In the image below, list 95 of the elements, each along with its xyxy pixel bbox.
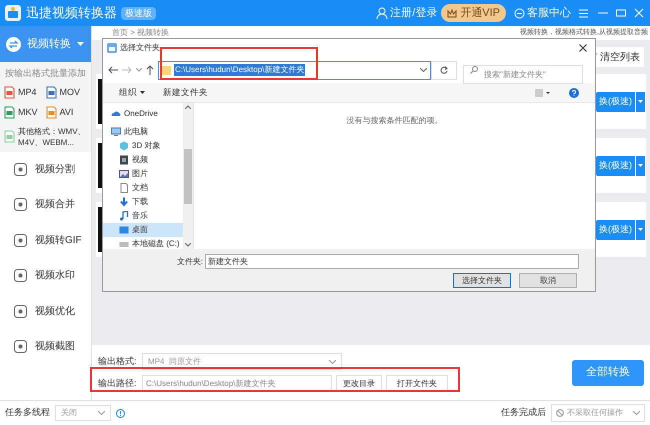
folder-label: 文件夹: [176, 256, 203, 268]
format-item[interactable]: MOV [46, 86, 87, 98]
user-icon[interactable] [376, 7, 388, 19]
nav-item[interactable]: 图片 [103, 167, 183, 181]
folder-icon [162, 66, 171, 74]
desktop-icon [119, 225, 129, 235]
computer-icon [111, 127, 121, 137]
format-label: 输出格式: [98, 354, 138, 368]
format-item[interactable]: MP4 [4, 86, 46, 98]
video-icon [119, 155, 129, 165]
refresh-icon [440, 66, 448, 74]
tool-icon [14, 234, 27, 247]
dropdown-caret-icon[interactable] [636, 92, 645, 112]
tool-item[interactable]: 视频转GIF [0, 222, 91, 258]
tool-item[interactable]: 视频截图 [0, 329, 91, 364]
chevron-down-icon [98, 411, 105, 415]
threads-label: 任务多线程 [5, 406, 50, 420]
path-label: 输出路径: [98, 376, 138, 390]
folder-name-field[interactable]: 新建文件夹 [205, 254, 579, 269]
address-bar[interactable]: C:\Users\hudun\Desktop\新建文件夹 [158, 60, 431, 80]
forward-arrow-icon[interactable] [122, 66, 132, 74]
tool-icon [14, 304, 27, 318]
close-icon[interactable] [579, 44, 587, 52]
tool-item[interactable]: 视频优化 [0, 294, 91, 329]
download-icon [119, 197, 129, 207]
cloud-icon [111, 109, 121, 119]
tool-item[interactable]: 视频水印 [0, 258, 91, 294]
music-icon [119, 211, 129, 221]
nav-item[interactable]: 下载 [103, 195, 183, 209]
search-field[interactable]: 搜索"新建文件夹" [463, 64, 583, 84]
scrollbar-thumb[interactable] [184, 148, 192, 204]
caret-icon [140, 91, 145, 94]
tool-item[interactable]: 视频分割 [0, 152, 91, 187]
app-logo-icon [4, 4, 22, 22]
dialog-app-icon [107, 43, 117, 53]
new-folder-button[interactable]: 新建文件夹 [163, 86, 208, 99]
format-hint: 按输出格式批量添加 [4, 67, 87, 80]
output-path-field[interactable]: C:\Users\hudun\Desktop\新建文件夹 [142, 375, 332, 392]
info-icon[interactable] [116, 408, 125, 418]
scrollbar[interactable] [183, 103, 193, 249]
maximize-icon[interactable] [616, 8, 626, 18]
after-complete-label: 任务完成后 [501, 406, 546, 420]
organize-menu[interactable]: 组织 [119, 86, 145, 99]
cube-icon [119, 141, 129, 151]
dialog-title: 选择文件夹 [120, 42, 160, 54]
chevron-down-icon [633, 411, 640, 415]
tool-icon [14, 340, 27, 354]
format-item[interactable]: AVI [46, 106, 87, 118]
nav-item[interactable]: 本地磁盘 (C:) [103, 237, 183, 251]
drive-icon [119, 239, 129, 249]
nav-item[interactable]: 3D 对象 [103, 139, 183, 153]
address-path: C:\Users\hudun\Desktop\新建文件夹 [174, 64, 306, 76]
vip-button[interactable]: 开通VIP [441, 4, 506, 22]
dialog-button[interactable]: 选择文件夹 [453, 273, 511, 288]
breadcrumb: 首页 > 视频转换 [112, 27, 170, 39]
open-folder-button[interactable]: 打开文件夹 [386, 375, 448, 392]
nav-item[interactable]: 音乐 [103, 209, 183, 223]
back-arrow-icon[interactable] [108, 66, 118, 74]
nav-item[interactable]: 文档 [103, 181, 183, 195]
tool-icon [14, 162, 27, 176]
search-icon [470, 66, 478, 74]
convert-icon [6, 36, 21, 52]
edition-badge: 极速版 [121, 6, 156, 20]
dropdown-caret-icon[interactable] [636, 220, 645, 240]
document-icon [119, 183, 129, 193]
format-item[interactable]: MKV [4, 106, 46, 118]
app-title: 迅捷视频转换器 [26, 4, 117, 22]
chevron-up-icon [185, 105, 191, 109]
nav-item[interactable]: 此电脑 [103, 125, 183, 139]
chat-icon[interactable] [514, 8, 525, 18]
view-options-icon[interactable] [535, 88, 551, 96]
menu-icon[interactable] [579, 8, 588, 18]
chevron-down-icon [185, 243, 191, 247]
ban-icon [556, 409, 564, 417]
dropdown-caret-icon[interactable] [636, 156, 645, 176]
dialog-button[interactable]: 取消 [519, 273, 577, 288]
empty-message: 没有与搜索条件匹配的项。 [346, 115, 442, 127]
chevron-down-icon[interactable] [136, 68, 142, 72]
current-tool-label: 视频转换 [27, 36, 71, 52]
crown-icon [447, 8, 458, 18]
help-icon[interactable] [569, 88, 579, 98]
chevron-down-icon [329, 360, 336, 364]
caret-icon [77, 42, 84, 46]
tool-icon [14, 269, 27, 282]
chevron-down-icon [420, 68, 427, 72]
refresh-button[interactable] [431, 60, 457, 80]
picture-icon [119, 169, 129, 179]
nav-item[interactable]: 桌面 [103, 223, 183, 237]
tool-icon [14, 198, 27, 212]
tool-item[interactable]: 视频合并 [0, 187, 91, 222]
nav-item[interactable]: OneDrive [103, 107, 183, 121]
nav-item[interactable]: 视频 [103, 153, 183, 167]
up-arrow-icon[interactable] [146, 65, 154, 75]
format-item[interactable]: 其他格式：WMV、M4V、WEBM... [4, 126, 88, 148]
change-directory-button[interactable]: 更改目录 [336, 375, 382, 392]
